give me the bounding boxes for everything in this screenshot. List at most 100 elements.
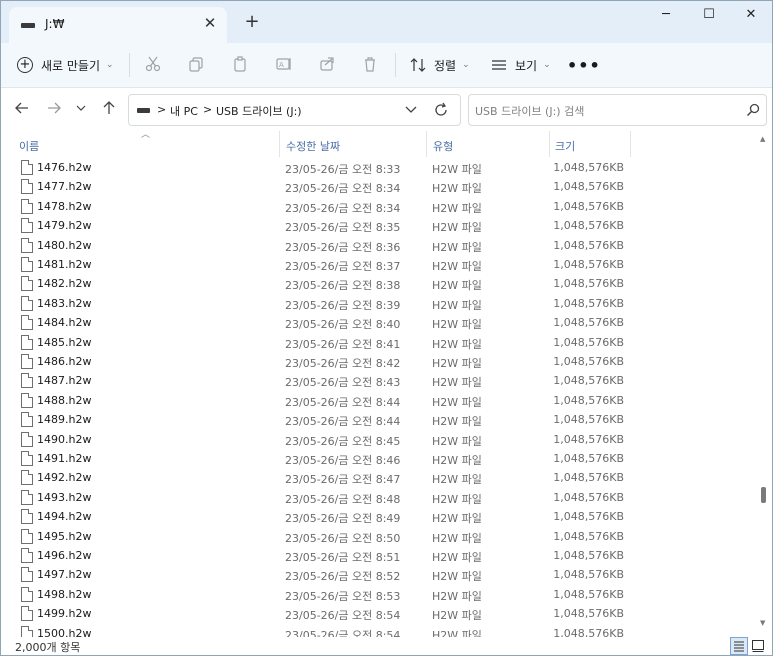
share-icon[interactable]: [317, 54, 337, 74]
file-icon: [21, 179, 33, 195]
file-name: 1477.h2w: [37, 180, 92, 194]
column-header-size[interactable]: 크기: [555, 138, 575, 154]
column-header-date[interactable]: 수정한 날짜: [286, 138, 340, 154]
file-size: 1,048,576KB: [553, 180, 624, 194]
close-button[interactable]: ✕: [728, 4, 772, 26]
file-size: 1,048,576KB: [553, 199, 624, 213]
file-row[interactable]: 1494.h2w 23/05-26/금 오전 8:49 H2W 파일 1,048,57…: [1, 508, 757, 527]
file-row[interactable]: 1495.h2w 23/05-26/금 오전 8:50 H2W 파일 1,048,57…: [1, 528, 757, 547]
file-size: 1,048,576KB: [553, 549, 624, 562]
file-type: H2W 파일: [432, 201, 482, 215]
file-icon: [21, 625, 33, 637]
copy-icon[interactable]: [186, 54, 206, 74]
chevron-down-icon[interactable]: [403, 101, 419, 117]
file-row[interactable]: 1486.h2w 23/05-26/금 오전 8:42 H2W 파일 1,048,57…: [1, 353, 757, 372]
file-type: H2W 파일: [432, 357, 482, 370]
file-row[interactable]: 1477.h2w 23/05-26/금 오전 8:34 H2W 파일 1,048,57…: [1, 178, 757, 197]
file-row[interactable]: 1492.h2w 23/05-26/금 오전 8:47 H2W 파일 1,048,57…: [1, 469, 757, 488]
file-row[interactable]: 1488.h2w 23/05-26/금 오전 8:44 H2W 파일 1,048,57…: [1, 392, 757, 411]
search-icon[interactable]: [746, 103, 760, 117]
tiles-view-button[interactable]: [751, 638, 765, 652]
view-button[interactable]: 보기 ⌄: [491, 53, 551, 77]
rename-icon[interactable]: A: [274, 54, 294, 74]
file-icon: [21, 276, 33, 292]
file-row[interactable]: 1482.h2w 23/05-26/금 오전 8:38 H2W 파일 1,048,57…: [1, 275, 757, 294]
file-row[interactable]: 1479.h2w 23/05-26/금 오전 8:35 H2W 파일 1,048,57…: [1, 217, 757, 236]
forward-button[interactable]: [44, 98, 64, 118]
back-button[interactable]: [12, 98, 32, 118]
file-row[interactable]: 1476.h2w 23/05-26/금 오전 8:33 H2W 파일 1,048,57…: [1, 159, 757, 178]
file-type: H2W 파일: [432, 376, 482, 390]
scrollbar-thumb[interactable]: [761, 487, 766, 503]
scroll-up-icon[interactable]: ▲: [760, 135, 765, 143]
file-row[interactable]: 1490.h2w 23/05-26/금 오전 8:45 H2W 파일 1,048,57…: [1, 431, 757, 450]
file-type: H2W 파일: [432, 473, 482, 487]
file-date: 23/05-26/금 오전 8:38: [285, 279, 401, 293]
file-icon: [21, 509, 33, 525]
file-type: H2W 파일: [432, 163, 482, 176]
minimize-button[interactable]: ─: [643, 4, 689, 26]
file-row[interactable]: 1499.h2w 23/05-26/금 오전 8:54 H2W 파일 1,048,57…: [1, 605, 757, 624]
breadcrumb-separator: >: [203, 103, 213, 116]
column-divider[interactable]: [426, 131, 427, 157]
file-date: 23/05-26/금 오전 8:44: [285, 415, 401, 429]
new-tab-button[interactable]: +: [241, 11, 263, 33]
column-divider[interactable]: [549, 131, 550, 157]
more-options-button[interactable]: •••: [567, 56, 601, 75]
file-row[interactable]: 1485.h2w 23/05-26/금 오전 8:41 H2W 파일 1,048,57…: [1, 334, 757, 353]
file-icon: [21, 218, 33, 234]
file-row[interactable]: 1478.h2w 23/05-26/금 오전 8:34 H2W 파일 1,048,57…: [1, 198, 757, 217]
column-header-type[interactable]: 유형: [433, 138, 453, 154]
maximize-button[interactable]: ☐: [686, 4, 732, 26]
file-row[interactable]: 1480.h2w 23/05-26/금 오전 8:36 H2W 파일 1,048,57…: [1, 237, 757, 256]
file-type: H2W 파일: [432, 570, 482, 584]
file-row[interactable]: 1493.h2w 23/05-26/금 오전 8:48 H2W 파일 1,048,57…: [1, 489, 757, 508]
chevron-down-icon: [76, 105, 86, 111]
tab-drive-j[interactable]: J:₩ ✕: [9, 7, 227, 43]
file-row[interactable]: 1500.h2w 23/05-26/금 오전 8:54 H2W 파일 1,048,57…: [1, 625, 757, 637]
refresh-icon[interactable]: [433, 102, 449, 118]
column-divider[interactable]: [630, 131, 631, 157]
vertical-scrollbar[interactable]: ▲ ▼: [758, 131, 770, 637]
file-icon: [21, 257, 33, 272]
file-row[interactable]: 1497.h2w 23/05-26/금 오전 8:52 H2W 파일 1,048,57…: [1, 566, 757, 585]
view-label: 보기: [515, 58, 538, 73]
file-date: 23/05-26/금 오전 8:36: [285, 240, 401, 254]
new-button[interactable]: + 새로 만들기 ⌄: [17, 53, 114, 77]
breadcrumb-this-pc[interactable]: 내 PC: [170, 103, 198, 119]
file-date: 23/05-26/금 오전 8:49: [285, 512, 401, 526]
file-name: 1490.h2w: [37, 432, 92, 446]
file-explorer-window: J:₩ ✕ + ─ ☐ ✕ + 새로 만들기 ⌄ A 정렬 ⌄ 보기 ⌄ •••…: [0, 0, 773, 656]
file-row[interactable]: 1483.h2w 23/05-26/금 오전 8:39 H2W 파일 1,048,57…: [1, 295, 757, 314]
address-bar[interactable]: > 내 PC > USB 드라이브 (J:): [128, 94, 461, 126]
recent-locations-button[interactable]: [71, 98, 91, 118]
tab-close-icon[interactable]: ✕: [200, 13, 220, 33]
arrow-right-icon: [48, 102, 61, 114]
arrow-left-icon: [15, 102, 28, 114]
details-view-icon: [734, 641, 744, 652]
file-row[interactable]: 1484.h2w 23/05-26/금 오전 8:40 H2W 파일 1,048,57…: [1, 314, 757, 333]
sort-button[interactable]: 정렬 ⌄: [410, 53, 470, 77]
details-view-button[interactable]: [730, 637, 748, 655]
up-button[interactable]: [99, 98, 119, 118]
delete-icon[interactable]: [360, 54, 380, 74]
column-divider[interactable]: [279, 131, 280, 157]
file-row[interactable]: 1487.h2w 23/05-26/금 오전 8:43 H2W 파일 1,048,57…: [1, 372, 757, 391]
cut-icon[interactable]: [143, 54, 163, 74]
file-row[interactable]: 1496.h2w 23/05-26/금 오전 8:51 H2W 파일 1,048,57…: [1, 547, 757, 566]
scroll-down-icon[interactable]: ▼: [760, 619, 765, 627]
file-row[interactable]: 1491.h2w 23/05-26/금 오전 8:46 H2W 파일 1,048,57…: [1, 450, 757, 469]
file-type: H2W 파일: [432, 434, 482, 448]
file-row[interactable]: 1498.h2w 23/05-26/금 오전 8:53 H2W 파일 1,048,57…: [1, 586, 757, 605]
file-row[interactable]: 1489.h2w 23/05-26/금 오전 8:44 H2W 파일 1,048,57…: [1, 411, 757, 430]
file-type: H2W 파일: [432, 182, 482, 196]
file-size: 1,048,576KB: [553, 529, 624, 543]
file-icon: [21, 431, 33, 447]
paste-icon[interactable]: [230, 54, 250, 74]
breadcrumb-usb-drive[interactable]: USB 드라이브 (J:): [216, 103, 302, 119]
column-header-name[interactable]: 이름: [19, 138, 39, 154]
file-date: 23/05-26/금 오전 8:34: [285, 182, 401, 196]
file-size: 1,048,576KB: [553, 316, 624, 330]
file-row[interactable]: 1481.h2w 23/05-26/금 오전 8:37 H2W 파일 1,048,57…: [1, 256, 757, 275]
search-box[interactable]: USB 드라이브 (J:) 검색: [468, 94, 767, 126]
